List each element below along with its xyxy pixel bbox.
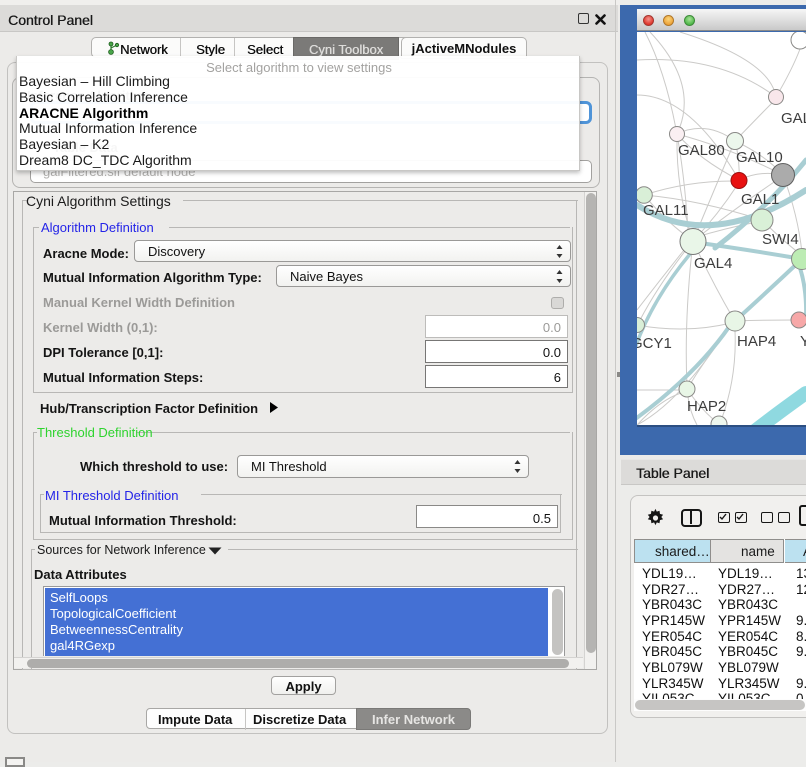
svg-text:GAL80: GAL80 [678,142,725,159]
svg-text:GCY1: GCY1 [637,335,672,352]
svg-text:GAL1: GAL1 [741,191,779,208]
svg-text:SWI4: SWI4 [762,231,799,248]
svg-text:HAP2: HAP2 [687,398,726,415]
svg-text:GAL7: GAL7 [781,110,806,127]
svg-text:GAL4: GAL4 [694,255,732,272]
svg-text:GAL10: GAL10 [736,149,783,166]
svg-text:Y: Y [800,333,806,350]
svg-text:GAL11: GAL11 [643,202,689,219]
svg-text:HAP4: HAP4 [737,333,776,350]
